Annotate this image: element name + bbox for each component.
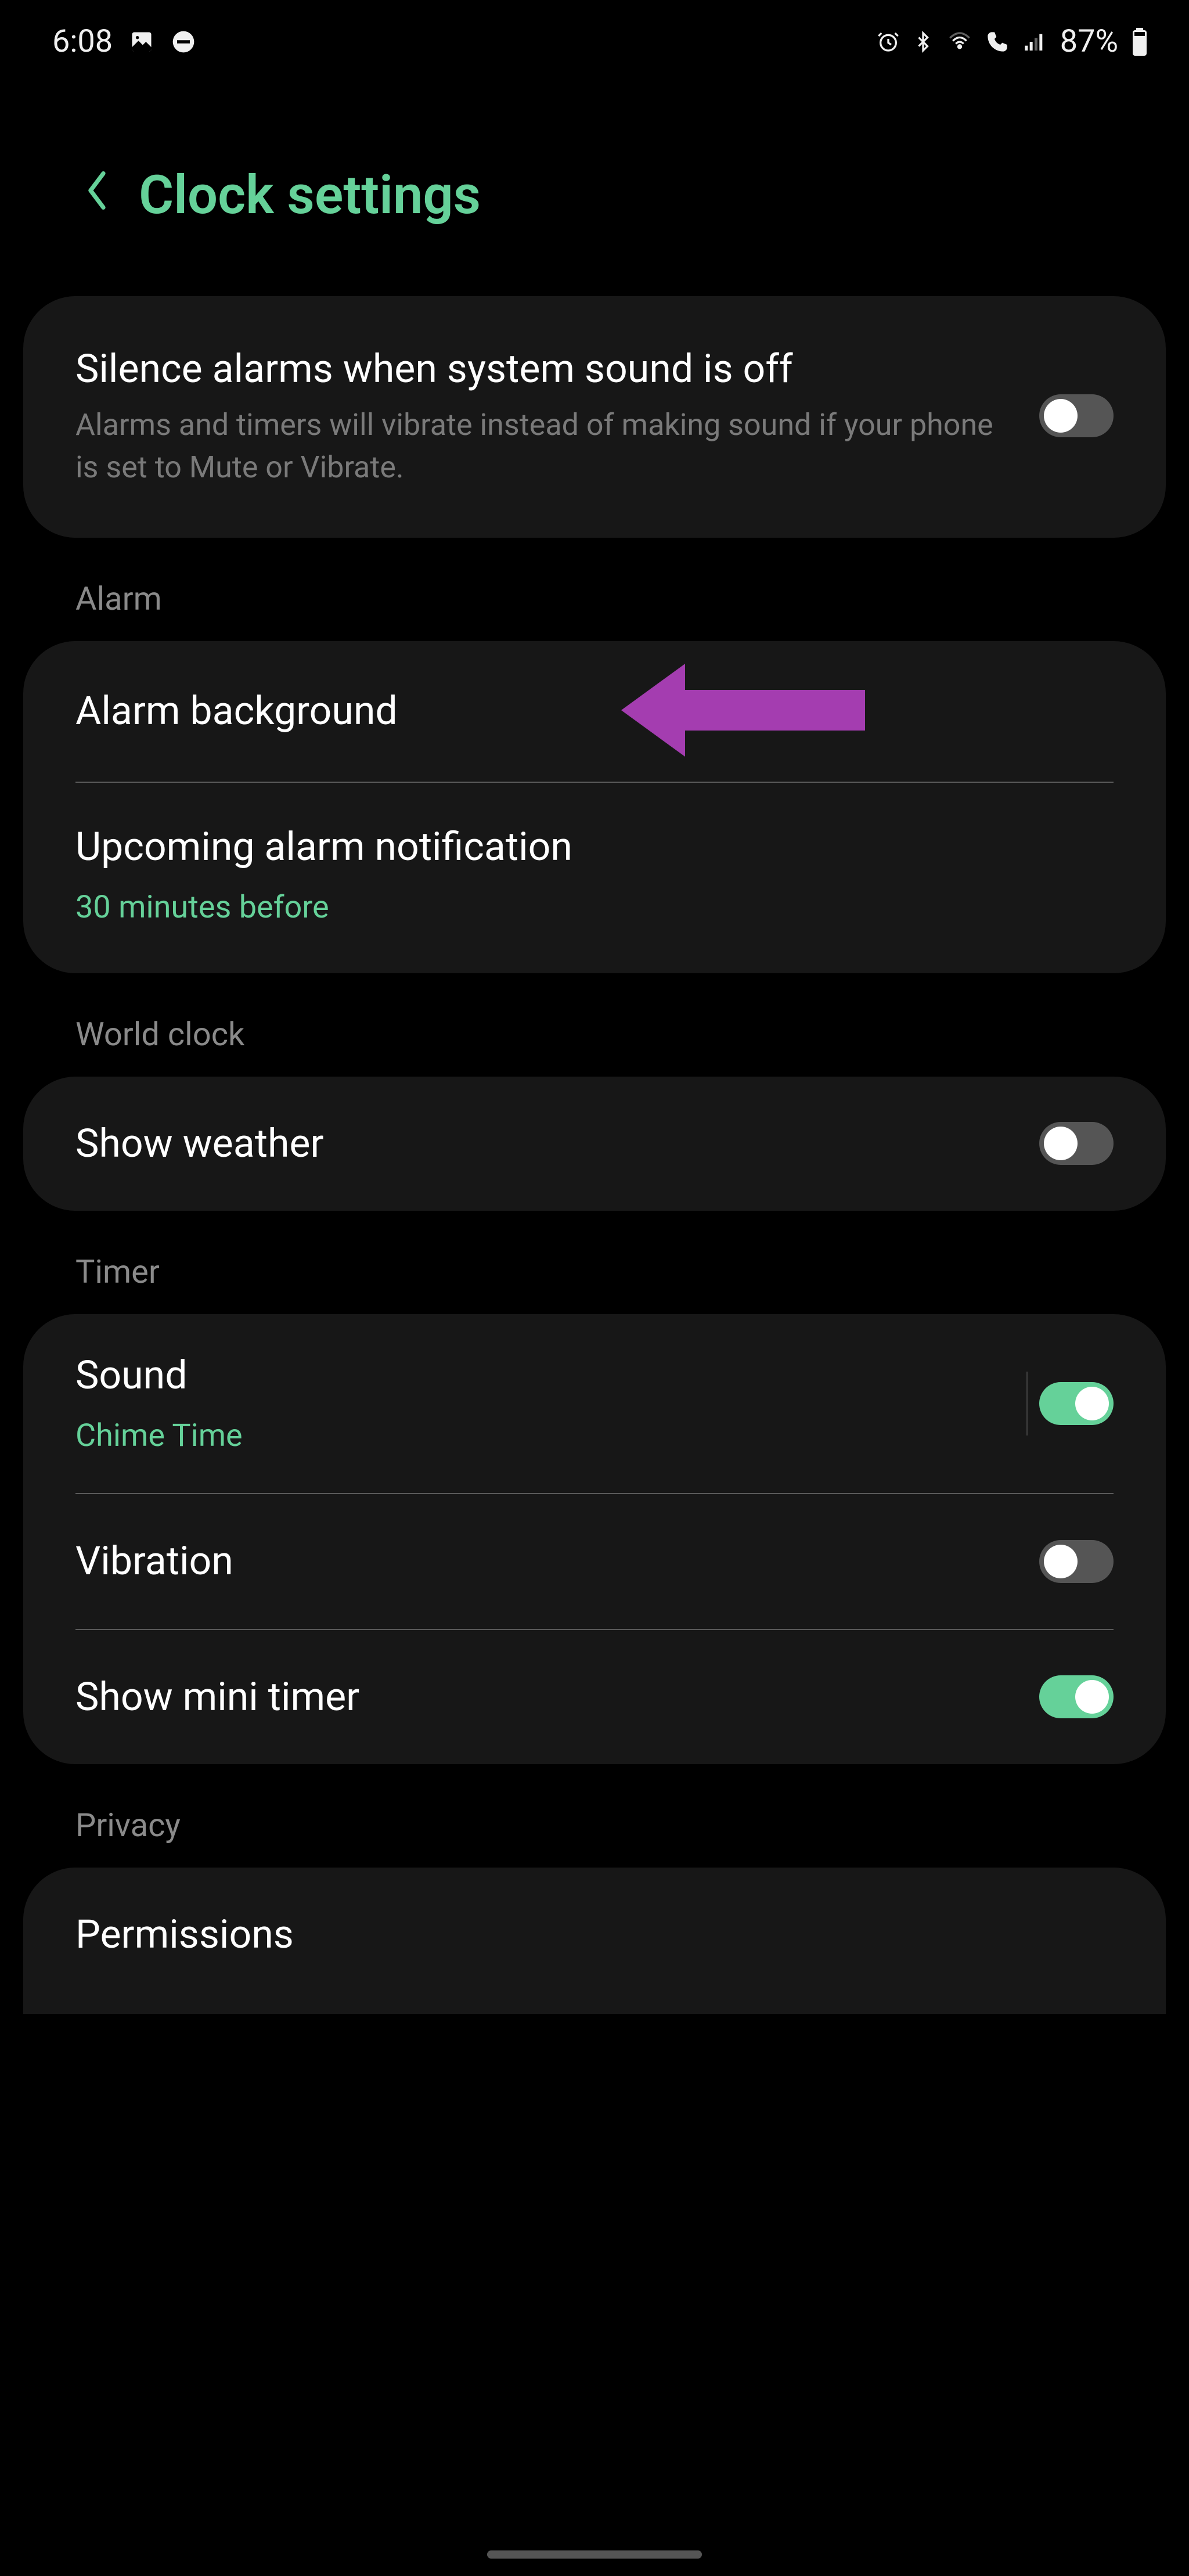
section-header-alarm: Alarm — [0, 538, 1189, 641]
alarm-card: Alarm background Upcoming alarm notifica… — [23, 641, 1166, 973]
vibration-row[interactable]: Vibration — [23, 1494, 1166, 1629]
gallery-icon — [129, 29, 154, 55]
setting-content: Sound Chime Time — [75, 1349, 992, 1458]
upcoming-alarm-title: Upcoming alarm notification — [75, 821, 1114, 874]
setting-content: Show weather — [75, 1117, 1004, 1171]
upcoming-alarm-subtitle: 30 minutes before — [75, 886, 1114, 930]
battery-percent: 87% — [1060, 23, 1118, 60]
clock-time: 6:08 — [52, 23, 113, 60]
page-title: Clock settings — [139, 164, 481, 226]
timer-card: Sound Chime Time Vibration Show mini tim… — [23, 1314, 1166, 1764]
setting-content: Upcoming alarm notification 30 minutes b… — [75, 821, 1114, 929]
status-bar: 6:08 87% — [0, 0, 1189, 77]
call-icon — [986, 30, 1009, 53]
upcoming-alarm-row[interactable]: Upcoming alarm notification 30 minutes b… — [23, 783, 1166, 973]
setting-content: Silence alarms when system sound is off … — [75, 343, 1004, 488]
setting-content: Show mini timer — [75, 1671, 1004, 1724]
show-mini-timer-row[interactable]: Show mini timer — [23, 1630, 1166, 1765]
sound-row[interactable]: Sound Chime Time — [23, 1314, 1166, 1492]
dnd-icon — [171, 29, 196, 55]
silence-alarms-title: Silence alarms when system sound is off — [75, 343, 1004, 396]
section-header-timer: Timer — [0, 1211, 1189, 1314]
section-header-worldclock: World clock — [0, 973, 1189, 1077]
setting-content: Permissions — [75, 1908, 1114, 1962]
toggle-knob — [1044, 399, 1078, 433]
setting-content: Alarm background — [75, 685, 1114, 738]
toggle-knob — [1075, 1387, 1109, 1420]
setting-content: Vibration — [75, 1535, 1004, 1588]
show-mini-timer-title: Show mini timer — [75, 1671, 1004, 1724]
header: Clock settings — [0, 77, 1189, 296]
status-left: 6:08 — [52, 23, 196, 60]
vibration-title: Vibration — [75, 1535, 1004, 1588]
silence-alarms-row[interactable]: Silence alarms when system sound is off … — [23, 296, 1166, 538]
privacy-card: Permissions — [23, 1868, 1166, 2014]
sound-subtitle: Chime Time — [75, 1414, 992, 1458]
toggle-knob — [1044, 1545, 1078, 1578]
silence-alarms-card: Silence alarms when system sound is off … — [23, 296, 1166, 538]
back-button[interactable] — [84, 168, 110, 223]
permissions-title: Permissions — [75, 1908, 1114, 1962]
show-weather-toggle[interactable] — [1039, 1122, 1114, 1165]
arrow-annotation — [621, 664, 865, 759]
silence-alarms-toggle[interactable] — [1039, 394, 1114, 437]
sound-toggle[interactable] — [1039, 1382, 1114, 1425]
toggle-knob — [1044, 1127, 1078, 1160]
sound-title: Sound — [75, 1349, 992, 1402]
toggle-knob — [1075, 1680, 1109, 1714]
worldclock-card: Show weather — [23, 1077, 1166, 1211]
status-right: 87% — [877, 23, 1148, 60]
silence-alarms-subtitle: Alarms and timers will vibrate instead o… — [75, 404, 1004, 489]
alarm-background-title: Alarm background — [75, 685, 1114, 738]
section-header-privacy: Privacy — [0, 1764, 1189, 1868]
signal-icon — [1022, 30, 1047, 53]
battery-icon — [1131, 28, 1148, 56]
wifi-icon — [946, 30, 973, 53]
permissions-row[interactable]: Permissions — [23, 1868, 1166, 2014]
toggle-wrap — [1026, 1372, 1114, 1435]
show-mini-timer-toggle[interactable] — [1039, 1675, 1114, 1718]
home-indicator[interactable] — [487, 2550, 702, 2559]
show-weather-title: Show weather — [75, 1117, 1004, 1171]
show-weather-row[interactable]: Show weather — [23, 1077, 1166, 1211]
bluetooth-icon — [913, 29, 934, 55]
alarm-icon — [877, 30, 900, 53]
separator — [1026, 1372, 1028, 1435]
vibration-toggle[interactable] — [1039, 1540, 1114, 1583]
alarm-background-row[interactable]: Alarm background — [23, 641, 1166, 782]
